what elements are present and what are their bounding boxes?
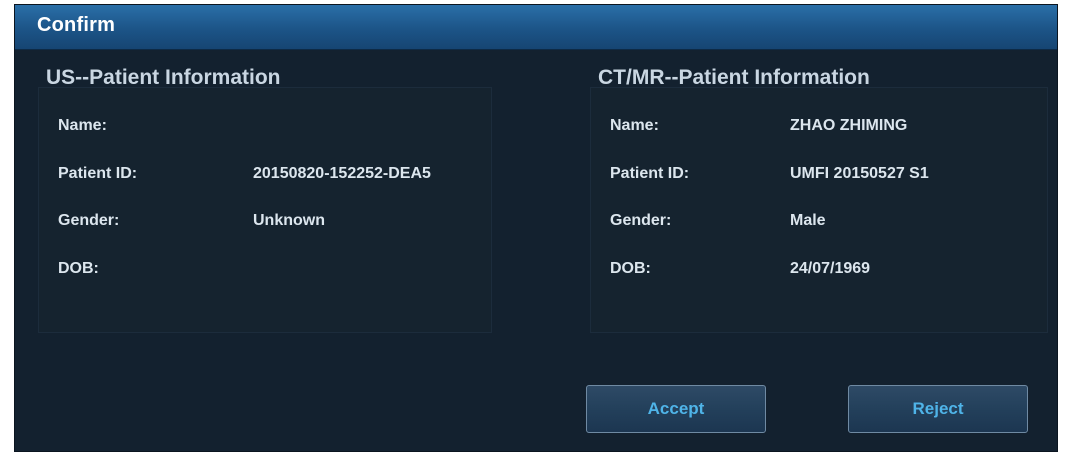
us-gender-label: Gender:	[58, 212, 120, 229]
us-patient-id-value: 20150820-152252-DEA5	[253, 165, 431, 182]
ctmr-dob-label: DOB:	[610, 260, 651, 277]
ctmr-dob-value: 24/07/1969	[790, 260, 871, 277]
ctmr-panel-heading: CT/MR--Patient Information	[598, 66, 870, 89]
us-patient-id-label: Patient ID:	[58, 165, 138, 182]
dialog-title: Confirm	[37, 14, 116, 36]
dialog-titlebar: Confirm	[15, 5, 1057, 50]
ctmr-patient-id-value: UMFI 20150527 S1	[790, 165, 929, 182]
us-panel-heading: US--Patient Information	[46, 66, 281, 89]
ctmr-patient-id-label: Patient ID:	[610, 165, 690, 182]
ctmr-name-value: ZHAO ZHIMING	[790, 117, 908, 134]
ctmr-gender-value: Male	[790, 212, 826, 229]
us-name-label: Name:	[58, 117, 107, 134]
ctmr-name-label: Name:	[610, 117, 659, 134]
us-gender-value: Unknown	[253, 212, 325, 229]
ctmr-gender-label: Gender:	[610, 212, 672, 229]
reject-button[interactable]: Reject	[848, 385, 1028, 433]
accept-button[interactable]: Accept	[586, 385, 766, 433]
us-dob-label: DOB:	[58, 260, 99, 277]
